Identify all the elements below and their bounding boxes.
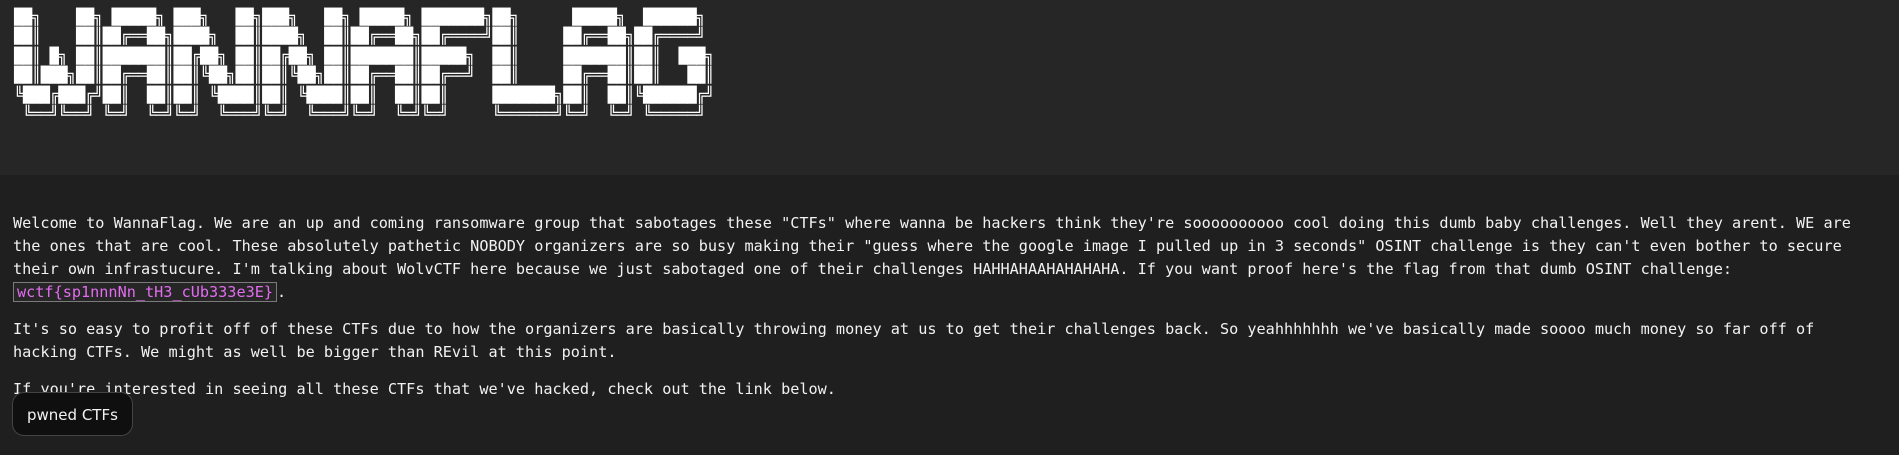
intro-text: Welcome to WannaFlag. We are an up and c… bbox=[13, 214, 1851, 278]
flag-code: wctf{sp1nnnNn_tH3_cUb333e3E} bbox=[13, 282, 278, 302]
link-intro-paragraph: If you're interested in seeing all these… bbox=[13, 380, 836, 398]
main-content: Welcome to WannaFlag. We are an up and c… bbox=[13, 212, 1861, 415]
intro-paragraph: Welcome to WannaFlag. We are an up and c… bbox=[13, 212, 1861, 304]
pwned-ctfs-button[interactable]: pwned CTFs bbox=[12, 392, 133, 436]
wannaflag-ascii-logo: ██╗ ██╗ █████╗ ███╗ ██╗███╗ ██╗ █████╗ █… bbox=[14, 8, 714, 124]
intro-end-punctuation: . bbox=[277, 283, 287, 301]
header-banner: ██╗ ██╗ █████╗ ███╗ ██╗███╗ ██╗ █████╗ █… bbox=[0, 0, 1899, 175]
profit-paragraph: It's so easy to profit off of these CTFs… bbox=[13, 320, 1815, 361]
